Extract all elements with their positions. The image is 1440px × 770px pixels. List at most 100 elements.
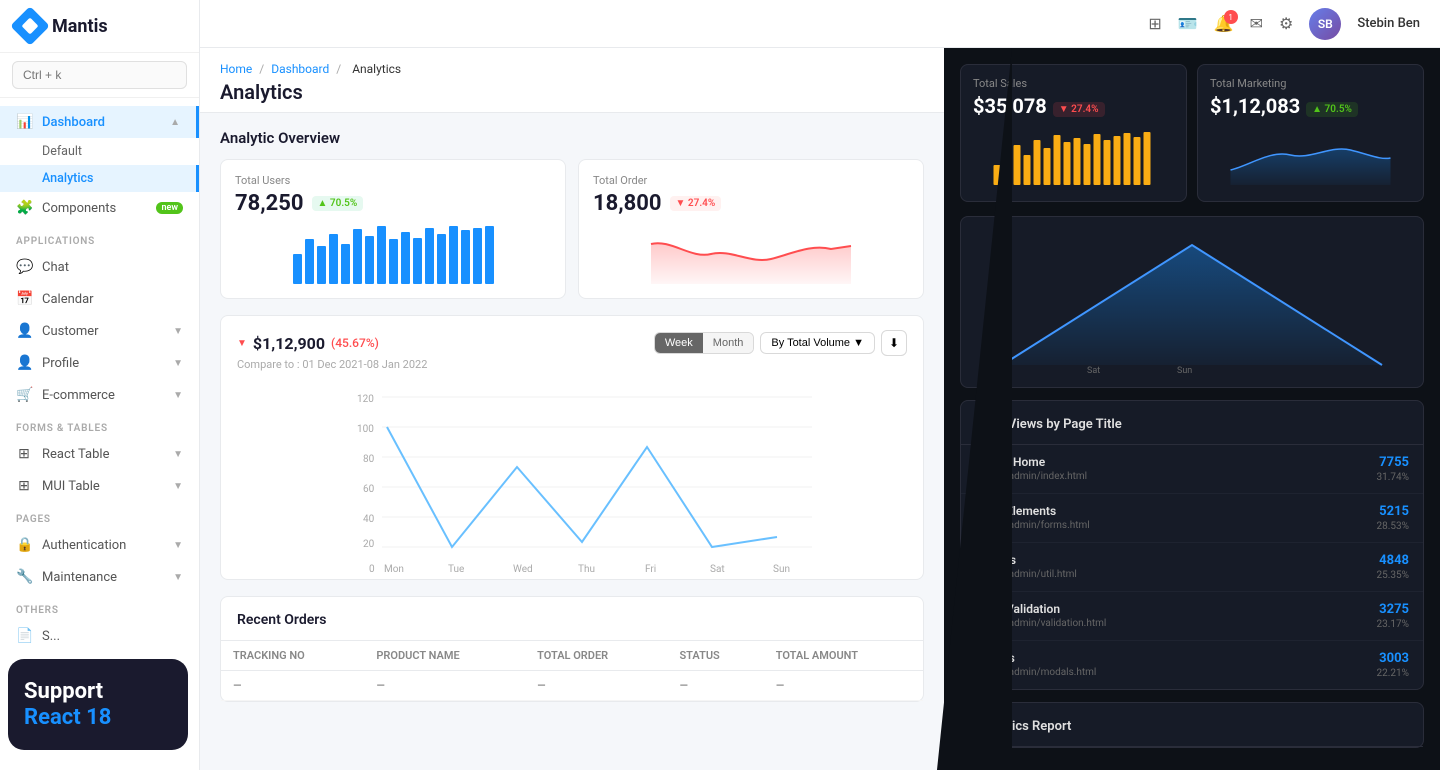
- svg-text:60: 60: [363, 484, 375, 495]
- avatar[interactable]: SB: [1309, 8, 1341, 40]
- marketing-chart: [1210, 130, 1411, 189]
- chevron-down-icon6: ▼: [173, 540, 183, 551]
- support-popup[interactable]: Support React 18: [8, 659, 188, 750]
- pv-right-2: 5215 28.53%: [1377, 504, 1409, 532]
- sidebar-item-customer[interactable]: 👤 Customer ▼: [0, 315, 199, 347]
- income-controls: Week Month By Total Volume ▼ ⬇: [654, 330, 907, 356]
- page-view-item-3: Utilities /demo/admin/util.html 4848 25.…: [961, 543, 1423, 592]
- search-container[interactable]: [0, 53, 199, 98]
- chevron-down-icon4: ▼: [173, 449, 183, 460]
- svg-text:Mon: Mon: [384, 564, 404, 575]
- right-panel: Total Sales $35,078 ▼ 27.4%: [944, 48, 1440, 770]
- week-button[interactable]: Week: [655, 333, 703, 353]
- pv-count-3: 4848: [1377, 553, 1409, 568]
- sidebar-item-ecommerce[interactable]: 🛒 E-commerce ▼: [0, 379, 199, 411]
- pv-pct-5: 22.21%: [1377, 668, 1409, 679]
- search-input[interactable]: [12, 61, 187, 89]
- sample-icon: 📄: [16, 628, 32, 644]
- page-view-item-1: Admin Home /demo/admin/index.html 7755 3…: [961, 445, 1423, 494]
- mui-table-icon: ⊞: [16, 478, 32, 494]
- stat-card-orders: Total Order 18,800 ▼ 27.4%: [578, 159, 924, 299]
- sidebar-label-react-table: React Table: [42, 447, 163, 462]
- analytics-report-section: Analytics Report: [960, 702, 1424, 748]
- svg-text:Sat: Sat: [1087, 366, 1100, 376]
- breadcrumb-sep1: /: [259, 62, 267, 76]
- pv-url-3: /demo/admin/util.html: [975, 569, 1077, 580]
- pv-right-1: 7755 31.74%: [1377, 455, 1409, 483]
- sidebar-item-calendar[interactable]: 📅 Calendar: [0, 283, 199, 315]
- income-chart: 120 100 80 60 40 20 0: [221, 379, 923, 579]
- sidebar-item-dashboard[interactable]: 📊 Dashboard ▲: [0, 106, 199, 138]
- stat-label-users: Total Users: [235, 174, 551, 187]
- settings-icon[interactable]: ⚙: [1279, 14, 1293, 33]
- sidebar-item-default[interactable]: Default: [0, 138, 199, 165]
- page-views-header: Page Views by Page Title: [961, 401, 1423, 445]
- pv-title-1: Admin Home: [975, 455, 1087, 469]
- page-header: Home / Dashboard / Analytics Analytics: [200, 48, 944, 113]
- dark-stat-value-marketing: $1,12,083: [1210, 94, 1300, 118]
- pv-pct-3: 25.35%: [1377, 570, 1409, 581]
- new-badge: new: [156, 202, 183, 214]
- sidebar-label-chat: Chat: [42, 260, 183, 275]
- sidebar-item-profile[interactable]: 👤 Profile ▼: [0, 347, 199, 379]
- breadcrumb-home[interactable]: Home: [220, 62, 252, 76]
- bell-icon[interactable]: 🔔 1: [1214, 14, 1234, 33]
- col-total-amount: TOTAL AMOUNT: [764, 641, 923, 671]
- month-button[interactable]: Month: [703, 333, 754, 353]
- income-compare: Compare to : 01 Dec 2021-08 Jan 2022: [221, 358, 923, 371]
- breadcrumb: Home / Dashboard / Analytics: [220, 62, 924, 76]
- chevron-down-icon7: ▼: [173, 572, 183, 583]
- income-amount-row: ▼ $1,12,900 (45.67%): [237, 334, 379, 353]
- stat-card-users: Total Users 78,250 ▲ 70.5%: [220, 159, 566, 299]
- svg-text:120: 120: [357, 394, 374, 405]
- breadcrumb-sep2: /: [336, 62, 344, 76]
- section-others: Others: [0, 593, 199, 620]
- income-header: ▼ $1,12,900 (45.67%) Week Month By Total…: [221, 316, 923, 356]
- chat-icon: 💬: [16, 259, 32, 275]
- sidebar-item-components[interactable]: 🧩 Components new: [0, 192, 199, 224]
- pv-count-5: 3003: [1377, 651, 1409, 666]
- sidebar-item-chat[interactable]: 💬 Chat: [0, 251, 199, 283]
- page-view-item-4: Form Validation /demo/admin/validation.h…: [961, 592, 1423, 641]
- left-panel: Home / Dashboard / Analytics Analytics A…: [200, 48, 944, 770]
- sidebar-item-mui-table[interactable]: ⊞ MUI Table ▼: [0, 470, 199, 502]
- stats-grid: Total Users 78,250 ▲ 70.5%: [220, 159, 924, 299]
- orders-table: TRACKING NO PRODUCT NAME TOTAL ORDER STA…: [221, 641, 923, 701]
- stat-label-orders: Total Order: [593, 174, 909, 187]
- stat-badge-users: ▲ 70.5%: [312, 196, 364, 211]
- breadcrumb-dashboard[interactable]: Dashboard: [271, 62, 329, 76]
- sidebar-label-dashboard: Dashboard: [42, 115, 160, 130]
- analytic-overview-title: Analytic Overview: [220, 129, 924, 147]
- download-button[interactable]: ⬇: [881, 330, 907, 356]
- chevron-down-icon: ▼: [173, 326, 183, 337]
- grid-icon[interactable]: ⊞: [1148, 14, 1161, 33]
- pv-left-1: Admin Home /demo/admin/index.html: [975, 455, 1087, 482]
- chevron-down-icon5: ▼: [173, 481, 183, 492]
- svg-text:Thu: Thu: [578, 564, 595, 575]
- app-name: Mantis: [52, 16, 108, 37]
- svg-text:Sat: Sat: [710, 564, 725, 575]
- analytics-report-title: Analytics Report: [975, 719, 1071, 734]
- svg-text:Sun: Sun: [773, 564, 790, 575]
- sidebar-item-sample[interactable]: 📄 S...: [0, 620, 199, 652]
- pv-url-5: /demo/admin/modals.html: [975, 667, 1096, 678]
- sidebar-item-maintenance[interactable]: 🔧 Maintenance ▼: [0, 561, 199, 593]
- svg-text:Fri: Fri: [1002, 366, 1012, 376]
- pv-title-5: Modals: [975, 651, 1096, 665]
- sidebar-item-react-table[interactable]: ⊞ React Table ▼: [0, 438, 199, 470]
- stat-value-orders: 18,800: [593, 191, 662, 216]
- users-chart: [235, 224, 551, 284]
- pv-count-4: 3275: [1377, 602, 1409, 617]
- card-icon[interactable]: 🪪: [1178, 14, 1198, 33]
- sidebar-item-authentication[interactable]: 🔒 Authentication ▼: [0, 529, 199, 561]
- volume-select[interactable]: By Total Volume ▼: [760, 332, 875, 354]
- mail-icon[interactable]: ✉: [1250, 14, 1263, 33]
- components-icon: 🧩: [16, 200, 32, 216]
- chevron-up-icon: ▲: [170, 117, 180, 128]
- sidebar-item-analytics[interactable]: Analytics: [0, 165, 199, 192]
- income-amount: $1,12,900: [253, 334, 325, 353]
- support-title: Support: [24, 679, 172, 705]
- support-react18: React 18: [24, 705, 172, 730]
- page-view-item-2: Form Elements /demo/admin/forms.html 521…: [961, 494, 1423, 543]
- pv-pct-2: 28.53%: [1377, 521, 1409, 532]
